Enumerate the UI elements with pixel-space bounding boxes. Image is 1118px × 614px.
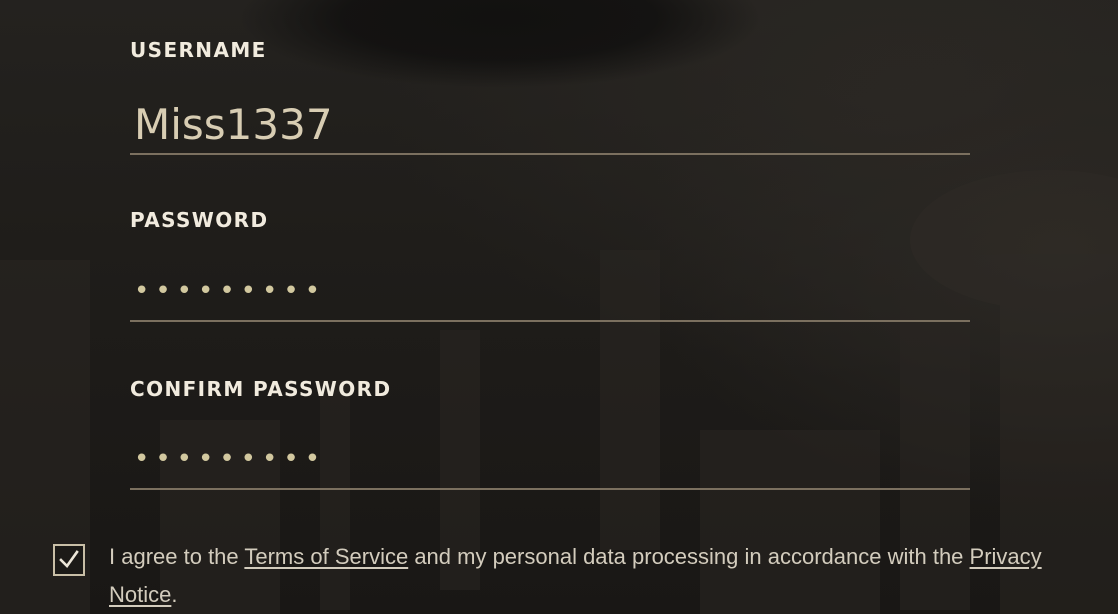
agreement-text-start: I agree to the: [109, 544, 245, 569]
confirm-password-label: CONFIRM PASSWORD: [130, 377, 392, 401]
agreement-text: I agree to the Terms of Service and my p…: [109, 538, 1069, 614]
signup-form-panel: USERNAME PASSWORD CONFIRM PASSWORD I agr…: [0, 0, 1118, 614]
agreement-text-middle: and my personal data processing in accor…: [408, 544, 970, 569]
confirm-password-input[interactable]: [130, 430, 970, 490]
username-label: USERNAME: [130, 38, 267, 62]
agreement-text-end: .: [171, 582, 178, 607]
username-input[interactable]: [130, 95, 970, 155]
password-label: PASSWORD: [130, 208, 269, 232]
password-input[interactable]: [130, 262, 970, 322]
terms-of-service-link[interactable]: Terms of Service: [244, 544, 408, 569]
checkmark-icon: [59, 550, 79, 569]
agree-checkbox[interactable]: [53, 544, 85, 576]
